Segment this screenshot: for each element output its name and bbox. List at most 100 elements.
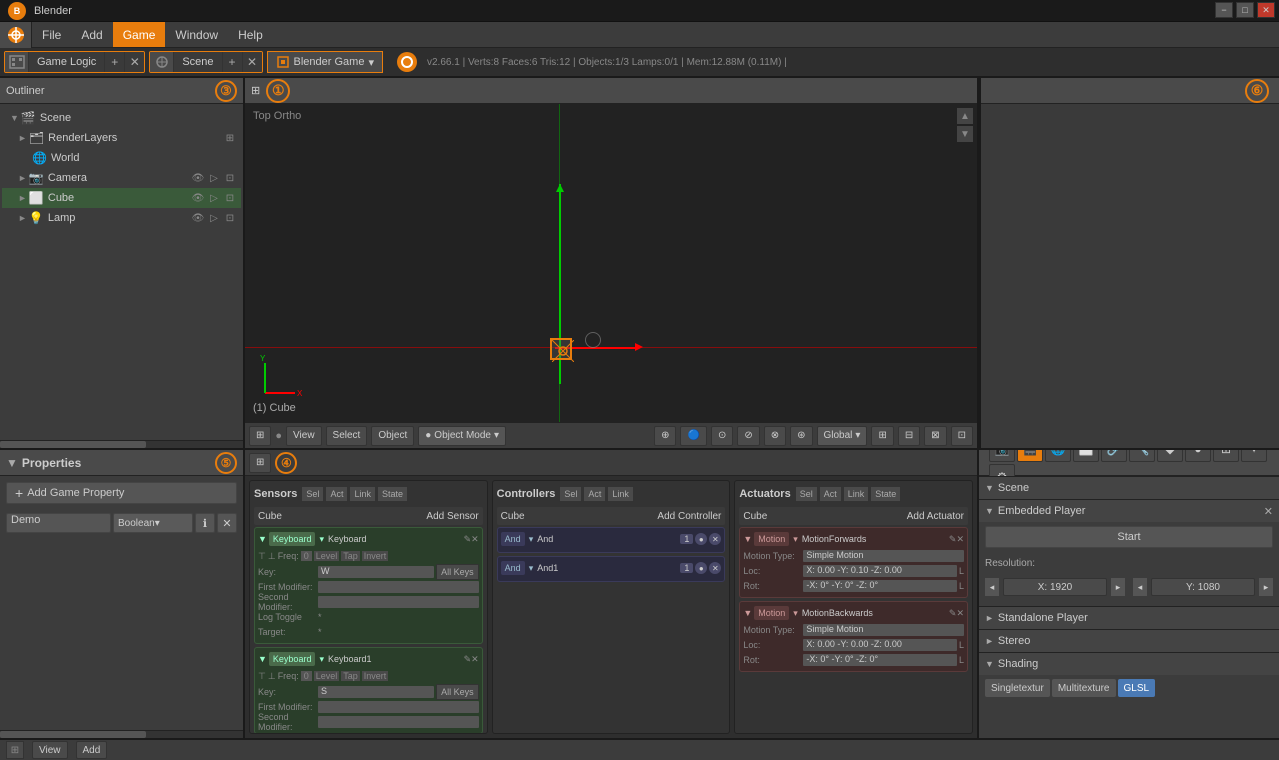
act1-motion-type-label: Motion Type: [743, 551, 803, 561]
outliner-scrollbar[interactable] [0, 440, 243, 448]
camera-eye-icon: 👁 [191, 171, 205, 185]
sensors-link-btn[interactable]: Link [349, 486, 376, 502]
vp-mode-dropdown[interactable]: ● Object Mode ▾ [418, 426, 506, 446]
prop-delete-btn[interactable]: ✕ [217, 513, 237, 533]
vp-grid3-btn[interactable]: ⊠ [924, 426, 946, 446]
props-icon-texture[interactable]: ⊞ [1213, 450, 1239, 462]
sensor2-tap-btn[interactable]: Tap [341, 671, 360, 681]
vp-global-dropdown[interactable]: Global ▾ [817, 426, 868, 446]
res-x-field[interactable]: X: 1920 [1003, 578, 1107, 596]
tree-item-scene[interactable]: ▼ 🎬 Scene [2, 108, 241, 128]
sensor2-invert-btn[interactable]: Invert [362, 671, 389, 681]
singletex-btn[interactable]: Singletextur [985, 679, 1050, 697]
panel-close-2[interactable]: ✕ [242, 51, 262, 73]
prop-type-dropdown[interactable]: Boolean ▾ [113, 513, 193, 533]
vp-snap-btn[interactable]: 🔵 [680, 426, 706, 446]
acts-state-btn[interactable]: State [870, 486, 901, 502]
acts-link-btn[interactable]: Link [843, 486, 870, 502]
sensor1-invert-btn[interactable]: Invert [362, 551, 389, 561]
props-icon-modifiers[interactable]: 🔧 [1129, 450, 1155, 462]
props-icon-material[interactable]: ● [1185, 450, 1211, 462]
sensor1-level-btn[interactable]: Level [314, 551, 340, 561]
tree-item-camera[interactable]: ► 📷 Camera 👁 ▷ ⊡ [2, 168, 241, 188]
add-game-property-btn[interactable]: + Add Game Property [6, 482, 237, 504]
sensors-act-btn[interactable]: Act [325, 486, 348, 502]
vp-select-btn[interactable]: Select [326, 426, 368, 446]
menu-add[interactable]: Add [71, 22, 112, 47]
props-icon-data[interactable]: ◆ [1157, 450, 1183, 462]
status-add-btn[interactable]: Add [76, 741, 108, 759]
vp-object-btn[interactable]: Object [371, 426, 414, 446]
props-icon-particles[interactable]: ✦ [1241, 450, 1267, 462]
sensors-state-btn[interactable]: State [377, 486, 408, 502]
tree-item-lamp[interactable]: ► 💡 Lamp 👁 ▷ ⊡ [2, 208, 241, 228]
arrow-up[interactable]: ▲ [957, 108, 973, 124]
add-sensor-btn[interactable]: Add Sensor [426, 511, 478, 522]
menu-window[interactable]: Window [165, 22, 228, 47]
maximize-button[interactable]: □ [1236, 2, 1254, 18]
sensors-sel-btn[interactable]: Sel [301, 486, 324, 502]
panel-add-2[interactable]: + [222, 51, 242, 73]
props-icon-constraints[interactable]: 🔗 [1101, 450, 1127, 462]
stereo-header[interactable]: ► Stereo [979, 630, 1279, 652]
vp-transform-btn[interactable]: ⊗ [764, 426, 786, 446]
scene-section-header[interactable]: ▼ Scene [979, 477, 1279, 499]
props-icon-object[interactable]: ⬜ [1073, 450, 1099, 462]
menu-file[interactable]: File [32, 22, 71, 47]
props-icon-world[interactable]: 🌐 [1045, 450, 1071, 462]
menu-help[interactable]: Help [228, 22, 273, 47]
act2-motion-type-row: Motion Type: Simple Motion [743, 623, 964, 637]
sensor2-all-keys-btn[interactable]: All Keys [436, 684, 479, 700]
tree-item-renderlayers[interactable]: ► 🗂 RenderLayers ⊞ [2, 128, 241, 148]
panel-add-1[interactable]: + [104, 51, 124, 73]
vp-icon-btn[interactable]: ⊞ [249, 426, 271, 446]
tree-item-cube[interactable]: ► ⬜ Cube 👁 ▷ ⊡ [2, 188, 241, 208]
shading-header[interactable]: ▼ Shading [979, 653, 1279, 675]
sensor1-all-keys-btn[interactable]: All Keys [436, 564, 479, 580]
props-icon-scene[interactable]: 🎬 [1017, 450, 1043, 462]
ctrls-sel-btn[interactable]: Sel [559, 486, 582, 502]
viewport-canvas[interactable]: Top Ortho ◁ [245, 104, 977, 422]
vp-view-btn[interactable]: View [286, 426, 322, 446]
vp-grid4-btn[interactable]: ⊡ [951, 426, 973, 446]
vp-mesh-btn[interactable]: ⊘ [737, 426, 759, 446]
engine-selector[interactable]: Blender Game ▾ [267, 51, 383, 73]
res-x-right-arrow[interactable]: ▸ [1111, 578, 1125, 596]
add-controller-btn[interactable]: Add Controller [657, 511, 721, 522]
prop-name-field[interactable]: Demo [6, 513, 111, 533]
res-y-right-arrow[interactable]: ▸ [1259, 578, 1273, 596]
panel-close-1[interactable]: ✕ [124, 51, 144, 73]
renderlayers-action-icon: ⊞ [223, 131, 237, 145]
vp-pivot-btn[interactable]: ⊕ [654, 426, 676, 446]
props-icon-render[interactable]: 📷 [989, 450, 1015, 462]
menu-game[interactable]: Game [113, 22, 166, 47]
ctrls-act-btn[interactable]: Act [583, 486, 606, 502]
vp-rotate-btn[interactable]: ⊛ [790, 426, 812, 446]
arrow-down[interactable]: ▼ [957, 126, 973, 142]
props-scrollbar[interactable] [0, 730, 243, 738]
status-icon-btn[interactable]: ⊞ [6, 741, 24, 759]
prop-info-btn[interactable]: ℹ [195, 513, 215, 533]
logic-icon-btn[interactable]: ⊞ [249, 453, 271, 473]
ctrls-link-btn[interactable]: Link [607, 486, 634, 502]
sensor1-tap-btn[interactable]: Tap [341, 551, 360, 561]
tree-item-world[interactable]: 🌐 World [2, 148, 241, 168]
start-button[interactable]: Start [985, 526, 1273, 548]
embedded-player-header[interactable]: ▼ Embedded Player ✕ [979, 500, 1279, 522]
res-x-left-arrow[interactable]: ◂ [985, 578, 999, 596]
res-y-left-arrow[interactable]: ◂ [1133, 578, 1147, 596]
vp-proportional-btn[interactable]: ⊙ [711, 426, 733, 446]
minimize-button[interactable]: − [1215, 2, 1233, 18]
acts-sel-btn[interactable]: Sel [795, 486, 818, 502]
acts-act-btn[interactable]: Act [819, 486, 842, 502]
multitex-btn[interactable]: Multitexture [1052, 679, 1116, 697]
glsl-btn[interactable]: GLSL [1118, 679, 1156, 697]
add-actuator-btn[interactable]: Add Actuator [907, 511, 964, 522]
sensor2-level-btn[interactable]: Level [314, 671, 340, 681]
standalone-player-header[interactable]: ► Standalone Player [979, 607, 1279, 629]
close-button[interactable]: ✕ [1257, 2, 1275, 18]
res-y-field[interactable]: Y: 1080 [1151, 578, 1255, 596]
status-view-btn[interactable]: View [32, 741, 68, 759]
vp-grid2-btn[interactable]: ⊟ [898, 426, 920, 446]
vp-grid1-btn[interactable]: ⊞ [871, 426, 893, 446]
